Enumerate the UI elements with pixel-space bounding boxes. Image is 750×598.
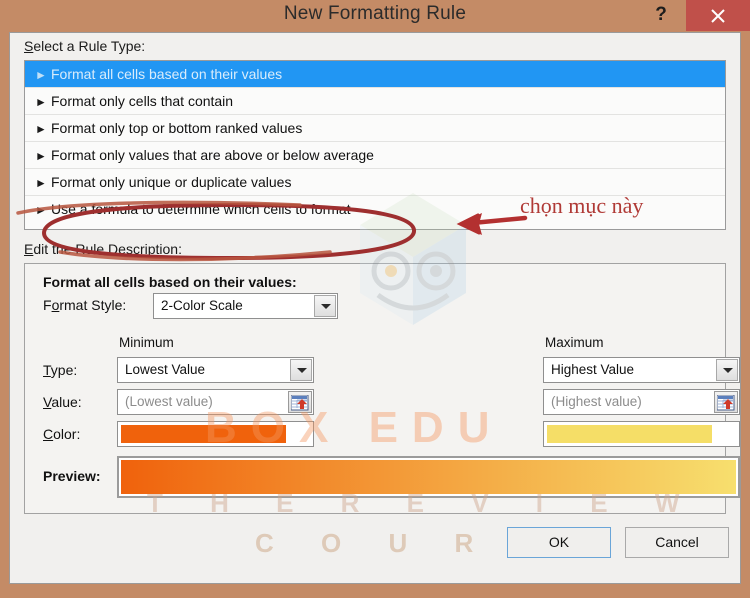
- rule-type-item-label: Use a formula to determine which cells t…: [51, 201, 351, 217]
- rule-type-item-label: Format only cells that contain: [51, 93, 234, 109]
- select-rule-type-label-rest: elect a Rule Type:: [33, 38, 146, 54]
- cancel-button[interactable]: Cancel: [625, 527, 729, 558]
- rule-type-item-use-a-formula[interactable]: ► Use a formula to determine which cells …: [25, 196, 725, 223]
- chevron-down-icon[interactable]: [290, 359, 312, 381]
- rule-type-item-unique-duplicate[interactable]: ► Format only unique or duplicate values: [25, 169, 725, 196]
- range-selector-button[interactable]: [288, 391, 312, 413]
- minimum-color-picker[interactable]: [117, 421, 314, 447]
- rule-type-item-top-bottom-ranked[interactable]: ► Format only top or bottom ranked values: [25, 115, 725, 142]
- rule-description-heading: Format all cells based on their values:: [43, 274, 297, 290]
- ok-button[interactable]: OK: [507, 527, 611, 558]
- maximum-color-swatch: [547, 425, 712, 443]
- new-formatting-rule-dialog: New Formatting Rule ? BOX EDU T H E R E …: [0, 0, 750, 598]
- maximum-type-select[interactable]: Highest Value: [543, 357, 740, 383]
- chevron-down-icon[interactable]: [314, 295, 336, 317]
- range-selector-button[interactable]: [714, 391, 738, 413]
- maximum-value-placeholder: (Highest value): [551, 394, 642, 409]
- rule-type-item-label: Format only top or bottom ranked values: [51, 120, 303, 136]
- title-bar: New Formatting Rule ?: [0, 0, 750, 32]
- help-icon[interactable]: ?: [648, 1, 674, 29]
- minimum-value-placeholder: (Lowest value): [125, 394, 213, 409]
- bullet-icon: ►: [35, 68, 47, 82]
- minimum-value-input[interactable]: (Lowest value): [117, 389, 314, 415]
- preview-gradient: [121, 460, 736, 494]
- bullet-icon: ►: [35, 149, 47, 163]
- minimum-color-swatch: [121, 425, 286, 443]
- bullet-icon: ►: [35, 95, 47, 109]
- range-selector-icon: [291, 395, 309, 411]
- rule-type-item-label: Format only values that are above or bel…: [51, 147, 374, 163]
- rule-description-panel: Format all cells based on their values: …: [24, 263, 740, 514]
- maximum-type-value: Highest Value: [551, 362, 635, 377]
- maximum-column-header: Maximum: [545, 335, 604, 350]
- select-rule-type-label: Select a Rule Type:: [24, 38, 146, 54]
- close-button[interactable]: [686, 0, 750, 31]
- range-selector-icon: [717, 395, 735, 411]
- close-icon: [711, 9, 725, 23]
- rule-type-item-format-all-cells[interactable]: ► Format all cells based on their values: [25, 61, 725, 88]
- rule-type-item-label: Format all cells based on their values: [51, 66, 283, 82]
- dialog-body: BOX EDU T H E R E V I E W C O U R S E Se…: [9, 32, 741, 584]
- minimum-type-value: Lowest Value: [125, 362, 206, 377]
- format-style-value: 2-Color Scale: [161, 298, 243, 313]
- edit-rule-description-label-rest: dit the Rule Description:: [33, 241, 182, 257]
- bullet-icon: ►: [35, 203, 47, 217]
- color-row-label: Color:: [43, 426, 81, 442]
- value-row-label: Value:: [43, 394, 82, 410]
- dialog-title: New Formatting Rule: [283, 3, 467, 24]
- rule-type-list[interactable]: ► Format all cells based on their values …: [24, 60, 726, 230]
- edit-rule-description-label: Edit the Rule Description:: [24, 241, 182, 257]
- preview-gradient-box: [117, 456, 740, 498]
- chevron-down-icon[interactable]: [716, 359, 738, 381]
- rule-type-item-label: Format only unique or duplicate values: [51, 174, 292, 190]
- minimum-type-select[interactable]: Lowest Value: [117, 357, 314, 383]
- format-style-select[interactable]: 2-Color Scale: [153, 293, 338, 319]
- maximum-value-input[interactable]: (Highest value): [543, 389, 740, 415]
- maximum-color-picker[interactable]: [543, 421, 740, 447]
- minimum-column-header: Minimum: [119, 335, 174, 350]
- rule-type-item-above-below-average[interactable]: ► Format only values that are above or be…: [25, 142, 725, 169]
- bullet-icon: ►: [35, 122, 47, 136]
- format-style-label: Format Style:: [43, 297, 127, 313]
- preview-row-label: Preview:: [43, 468, 101, 484]
- bullet-icon: ►: [35, 176, 47, 190]
- rule-type-item-cells-that-contain[interactable]: ► Format only cells that contain: [25, 88, 725, 115]
- type-row-label: Type:: [43, 362, 78, 378]
